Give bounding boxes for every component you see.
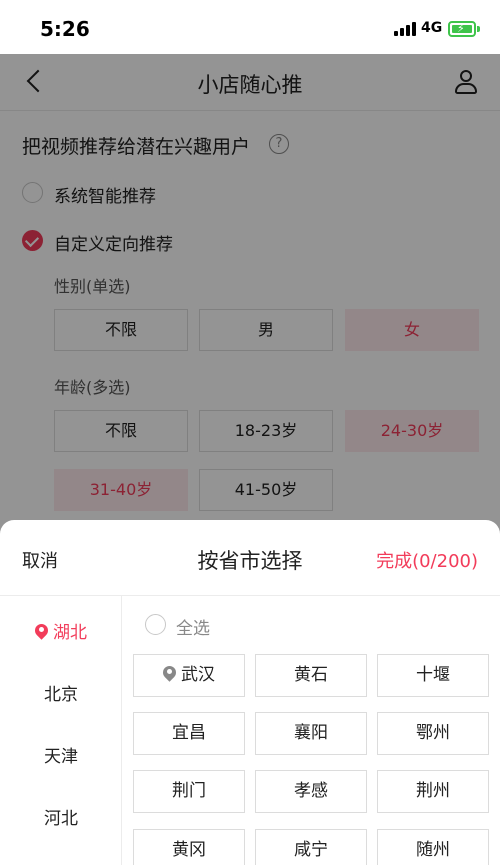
city-grid: 全选 武汉 黄石 十堰 宜昌 襄阳 鄂州 荆门 孝感 荆州 黄冈 咸宁 随州: [122, 596, 500, 865]
city-item[interactable]: 襄阳: [255, 712, 367, 755]
province-list: 湖北 北京 天津 河北: [0, 596, 122, 865]
city-item[interactable]: 孝感: [255, 770, 367, 813]
city-item[interactable]: 十堰: [377, 654, 489, 697]
city-item[interactable]: 随州: [377, 829, 489, 865]
city-item[interactable]: 鄂州: [377, 712, 489, 755]
city-item[interactable]: 荆门: [133, 770, 245, 813]
city-label: 武汉: [181, 665, 215, 685]
status-time: 5:26: [40, 17, 90, 41]
province-item-beijing[interactable]: 北京: [0, 680, 122, 705]
city-item[interactable]: 宜昌: [133, 712, 245, 755]
city-item[interactable]: 咸宁: [255, 829, 367, 865]
network-label: 4G: [421, 20, 443, 36]
done-button[interactable]: 完成(0/200): [376, 547, 478, 573]
city-item[interactable]: 黄冈: [133, 829, 245, 865]
select-all-label[interactable]: 全选: [176, 614, 210, 639]
location-pin-icon: [163, 666, 176, 682]
battery-charging-icon: ⚡: [448, 21, 476, 37]
sheet-header: 取消 按省市选择 完成(0/200): [0, 520, 500, 596]
status-bar: 5:26 4G ⚡: [0, 0, 500, 54]
signal-bars-icon: [394, 22, 416, 36]
province-item-hebei[interactable]: 河北: [0, 804, 122, 829]
province-label: 湖北: [53, 623, 87, 643]
select-all-radio[interactable]: [145, 614, 166, 635]
province-item-tianjin[interactable]: 天津: [0, 742, 122, 767]
city-item[interactable]: 荆州: [377, 770, 489, 813]
region-picker-sheet: 取消 按省市选择 完成(0/200) 湖北 北京 天津 河北 全选 武汉 黄石 …: [0, 520, 500, 865]
battery-tip: [477, 26, 480, 32]
city-item[interactable]: 黄石: [255, 654, 367, 697]
city-item-wuhan[interactable]: 武汉: [133, 654, 245, 697]
province-item-hubei[interactable]: 湖北: [0, 618, 122, 643]
location-pin-icon: [35, 624, 48, 640]
